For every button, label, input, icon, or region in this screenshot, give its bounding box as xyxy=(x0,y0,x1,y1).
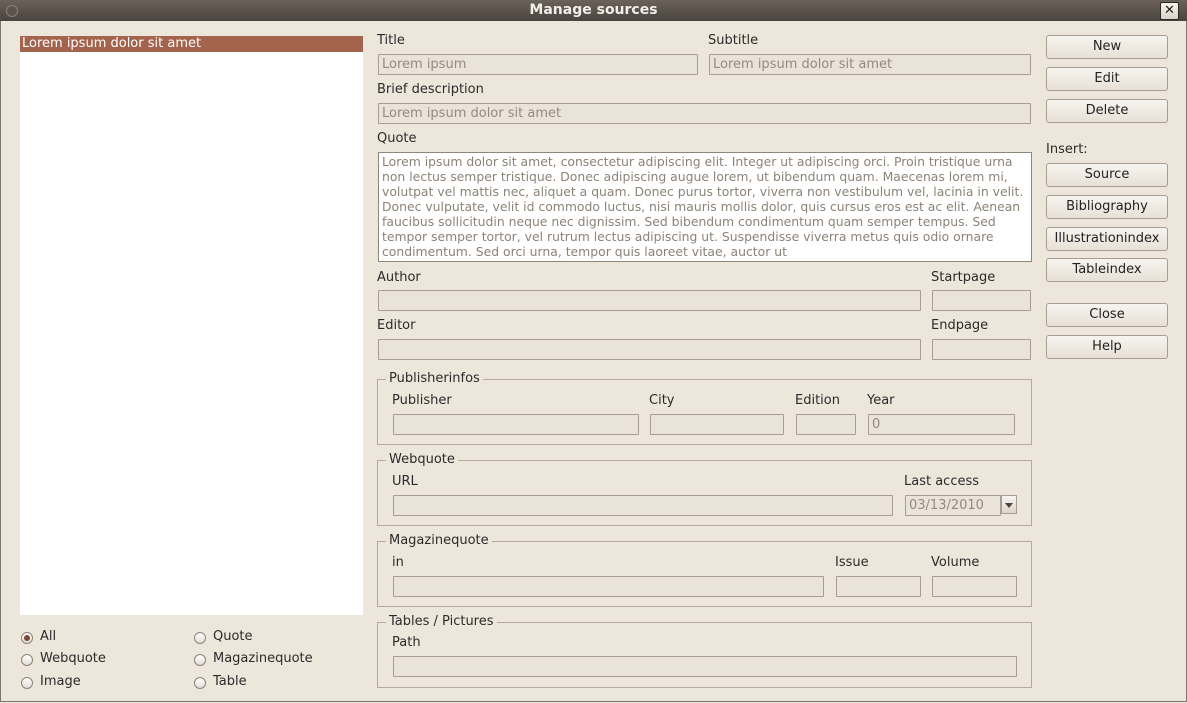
radio-all-label: All xyxy=(40,629,57,644)
title-bar: Manage sources ✕ xyxy=(0,0,1187,21)
path-field[interactable] xyxy=(393,656,1017,677)
in-label: in xyxy=(392,555,404,570)
path-label: Path xyxy=(392,635,421,650)
radio-image-label: Image xyxy=(40,674,81,689)
magazinequote-group: Magazinequote xyxy=(377,533,1032,607)
in-field[interactable] xyxy=(393,576,824,597)
chevron-down-icon[interactable] xyxy=(1001,495,1017,514)
list-item[interactable]: Lorem ipsum dolor sit amet xyxy=(20,36,363,52)
quote-textarea[interactable]: Lorem ipsum dolor sit amet, consectetur … xyxy=(378,152,1032,262)
volume-field[interactable] xyxy=(932,576,1017,597)
issue-field[interactable] xyxy=(836,576,921,597)
publisherinfos-title: Publisherinfos xyxy=(386,371,483,386)
radio-image[interactable] xyxy=(21,677,33,689)
subtitle-field[interactable]: Lorem ipsum dolor sit amet xyxy=(709,54,1031,75)
editor-field[interactable] xyxy=(378,339,921,360)
radio-magazinequote-label: Magazinequote xyxy=(213,651,313,666)
quote-label: Quote xyxy=(377,131,417,146)
magazinequote-title: Magazinequote xyxy=(386,533,492,548)
volume-label: Volume xyxy=(931,555,980,570)
publisher-field[interactable] xyxy=(393,414,639,435)
insert-label: Insert: xyxy=(1046,142,1088,157)
webquote-group: Webquote xyxy=(377,452,1032,526)
webquote-title: Webquote xyxy=(386,452,458,467)
city-field[interactable] xyxy=(650,414,784,435)
endpage-field[interactable] xyxy=(932,339,1031,360)
close-button[interactable]: Close xyxy=(1046,303,1168,327)
last-access-label: Last access xyxy=(904,474,980,489)
new-button[interactable]: New xyxy=(1046,35,1168,59)
startpage-field[interactable] xyxy=(932,290,1031,311)
issue-label: Issue xyxy=(835,555,869,570)
close-window-button[interactable]: ✕ xyxy=(1160,2,1179,20)
publisher-label: Publisher xyxy=(392,393,452,408)
delete-button[interactable]: Delete xyxy=(1046,99,1168,123)
brief-description-field[interactable]: Lorem ipsum dolor sit amet xyxy=(378,103,1031,124)
edition-field[interactable] xyxy=(796,414,856,435)
radio-all[interactable] xyxy=(21,632,33,644)
url-field[interactable] xyxy=(393,495,893,516)
radio-quote[interactable] xyxy=(194,632,206,644)
insert-bibliography-button[interactable]: Bibliography xyxy=(1046,195,1168,219)
year-field[interactable]: 0 xyxy=(868,414,1015,435)
url-label: URL xyxy=(392,474,418,489)
city-label: City xyxy=(649,393,675,408)
window-menu-icon[interactable] xyxy=(6,5,18,17)
radio-webquote-label: Webquote xyxy=(40,651,106,666)
edit-button[interactable]: Edit xyxy=(1046,67,1168,91)
title-field[interactable]: Lorem ipsum xyxy=(378,54,698,75)
insert-source-button[interactable]: Source xyxy=(1046,163,1168,187)
tables-pictures-group: Tables / Pictures xyxy=(377,614,1032,688)
author-label: Author xyxy=(377,270,421,285)
radio-quote-label: Quote xyxy=(213,629,253,644)
year-label: Year xyxy=(867,393,895,408)
source-list[interactable]: Lorem ipsum dolor sit amet xyxy=(20,36,363,615)
title-label: Title xyxy=(377,33,405,48)
radio-table[interactable] xyxy=(194,677,206,689)
editor-label: Editor xyxy=(377,318,416,333)
author-field[interactable] xyxy=(378,290,921,311)
window-title: Manage sources xyxy=(529,2,658,18)
edition-label: Edition xyxy=(795,393,840,408)
last-access-field[interactable]: 03/13/2010 xyxy=(905,495,1001,516)
help-button[interactable]: Help xyxy=(1046,335,1168,359)
publisherinfos-group: Publisherinfos xyxy=(377,371,1032,445)
radio-table-label: Table xyxy=(213,674,247,689)
subtitle-label: Subtitle xyxy=(708,33,759,48)
brief-description-label: Brief description xyxy=(377,82,484,97)
tables-pictures-title: Tables / Pictures xyxy=(386,614,497,629)
radio-webquote[interactable] xyxy=(21,654,33,666)
endpage-label: Endpage xyxy=(931,318,989,333)
insert-illustrationindex-button[interactable]: Illustrationindex xyxy=(1046,227,1168,251)
startpage-label: Startpage xyxy=(931,270,996,285)
insert-tableindex-button[interactable]: Tableindex xyxy=(1046,258,1168,282)
radio-magazinequote[interactable] xyxy=(194,654,206,666)
